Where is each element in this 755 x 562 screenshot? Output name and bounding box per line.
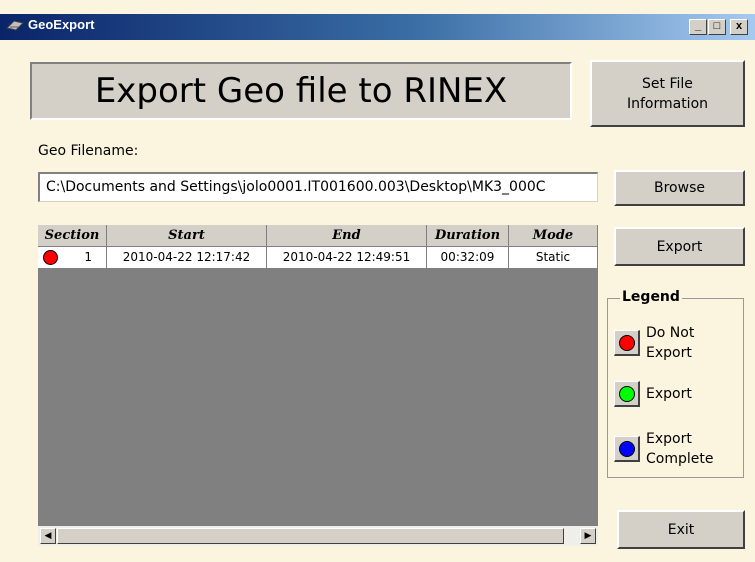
app-icon <box>6 20 24 31</box>
exit-button[interactable]: Exit <box>617 510 745 549</box>
legend-group: Legend Do Not Export Export Export Compl… <box>607 289 744 478</box>
section-number: 1 <box>84 250 92 264</box>
column-header-start[interactable]: Start <box>107 225 267 247</box>
minimize-button[interactable]: _ <box>689 19 707 35</box>
column-header-section[interactable]: Section <box>38 225 107 247</box>
red-circle-icon <box>619 335 635 351</box>
page-title: Export Geo file to RINEX <box>94 71 508 111</box>
legend-item-export: Export <box>614 381 692 407</box>
set-file-information-button[interactable]: Set File Information <box>590 60 745 127</box>
set-file-information-label: Set File Information <box>626 75 709 112</box>
horizontal-scrollbar[interactable]: ◀ ▶ <box>38 526 598 546</box>
legend-label-export-complete: Export Complete <box>646 431 714 467</box>
title-bar[interactable]: GeoExport _ □ x <box>0 14 755 40</box>
legend-label-export: Export <box>646 386 692 402</box>
legend-swatch <box>614 436 640 462</box>
geoexport-window: GeoExport _ □ x Export Geo file to RINEX… <box>0 0 755 562</box>
heading-panel: Export Geo file to RINEX <box>30 62 572 120</box>
table-row-duration-cell[interactable]: 00:32:09 <box>427 247 509 269</box>
exit-label: Exit <box>667 521 695 538</box>
arrow-left-icon[interactable]: ◀ <box>40 528 56 544</box>
maximize-button[interactable]: □ <box>708 19 726 35</box>
table-row-start-cell[interactable]: 2010-04-22 12:17:42 <box>107 247 267 269</box>
table-row-section-cell[interactable]: 1 <box>38 247 107 269</box>
legend-item-do-not-export: Do Not Export <box>614 323 694 363</box>
window-title: GeoExport <box>28 17 95 32</box>
table-row-mode-cell[interactable]: Static <box>509 247 598 269</box>
legend-title: Legend <box>620 289 682 305</box>
column-header-duration[interactable]: Duration <box>427 225 509 247</box>
status-circle-icon[interactable] <box>43 250 58 265</box>
column-header-mode[interactable]: Mode <box>509 225 598 247</box>
green-circle-icon <box>619 386 635 402</box>
browse-button[interactable]: Browse <box>614 170 745 206</box>
close-button[interactable]: x <box>730 19 748 35</box>
geo-filename-field[interactable]: C:\Documents and Settings\jolo0001.IT001… <box>38 172 598 202</box>
legend-swatch <box>614 330 640 356</box>
column-header-end[interactable]: End <box>267 225 427 247</box>
legend-label-do-not-export: Do Not Export <box>646 325 695 361</box>
geo-filename-label: Geo Filename: <box>38 143 139 159</box>
export-label: Export <box>656 238 703 255</box>
export-button[interactable]: Export <box>614 227 745 266</box>
sections-grid[interactable]: Section Start End Duration Mode 1 2010-0… <box>38 225 598 546</box>
table-row-end-cell[interactable]: 2010-04-22 12:49:51 <box>267 247 427 269</box>
legend-item-export-complete: Export Complete <box>614 429 713 469</box>
scrollbar-thumb[interactable] <box>57 528 564 544</box>
arrow-right-icon[interactable]: ▶ <box>580 528 596 544</box>
blue-circle-icon <box>619 441 635 457</box>
browse-label: Browse <box>654 180 705 196</box>
legend-swatch <box>614 381 640 407</box>
